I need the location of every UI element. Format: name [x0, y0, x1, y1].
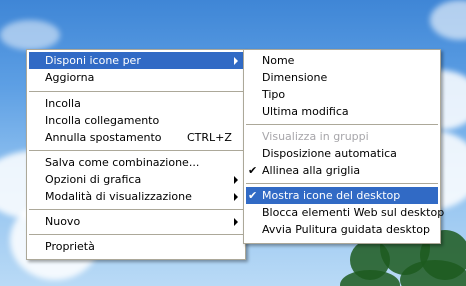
menu-item-label: Nuovo	[45, 215, 81, 228]
menu-item-incolla-collegamento[interactable]: Incolla collegamento	[29, 112, 243, 129]
checkmark-icon: ✔	[248, 164, 258, 177]
menu-item-shortcut: CTRL+Z	[187, 131, 232, 144]
menu-item-disponi-icone-per[interactable]: Disponi icone per	[29, 52, 243, 69]
menu-separator	[29, 150, 243, 151]
submenu-item-avvia-pulitura-guidata[interactable]: Avvia Pulitura guidata desktop	[246, 221, 438, 238]
submenu-arrow-icon	[234, 57, 238, 65]
menu-item-label: Disposizione automatica	[262, 147, 397, 160]
menu-item-modalita-di-visualizzazione[interactable]: Modalità di visualizzazione	[29, 188, 243, 205]
menu-item-aggiorna[interactable]: Aggiorna	[29, 69, 243, 86]
menu-separator	[246, 124, 438, 125]
menu-item-label: Incolla collegamento	[45, 114, 160, 127]
arrange-icons-submenu: Nome Dimensione Tipo Ultima modifica Vis…	[243, 49, 444, 244]
menu-item-incolla[interactable]: Incolla	[29, 95, 243, 112]
menu-item-opzioni-di-grafica[interactable]: Opzioni di grafica	[29, 171, 243, 188]
submenu-item-allinea-alla-griglia[interactable]: ✔ Allinea alla griglia	[246, 162, 438, 179]
menu-item-label: Avvia Pulitura guidata desktop	[262, 223, 430, 236]
submenu-item-dimensione[interactable]: Dimensione	[246, 69, 438, 86]
cloud	[430, 0, 466, 40]
submenu-item-disposizione-automatica[interactable]: Disposizione automatica	[246, 145, 438, 162]
menu-item-label: Visualizza in gruppi	[262, 130, 369, 143]
menu-item-label: Dimensione	[262, 71, 328, 84]
menu-separator	[246, 183, 438, 184]
submenu-item-visualizza-in-gruppi: Visualizza in gruppi	[246, 128, 438, 145]
menu-item-label: Proprietà	[45, 240, 95, 253]
submenu-arrow-icon	[234, 218, 238, 226]
menu-item-label: Incolla	[45, 97, 81, 110]
cloud	[0, 20, 60, 50]
submenu-arrow-icon	[234, 176, 238, 184]
submenu-item-ultima-modifica[interactable]: Ultima modifica	[246, 103, 438, 120]
submenu-item-blocca-elementi-web[interactable]: Blocca elementi Web sul desktop	[246, 204, 444, 221]
submenu-item-nome[interactable]: Nome	[246, 52, 438, 69]
menu-item-label: Disponi icone per	[45, 54, 141, 67]
menu-item-annulla-spostamento[interactable]: Annulla spostamento CTRL+Z	[29, 129, 243, 146]
menu-item-salva-come-combinazione[interactable]: Salva come combinazione...	[29, 154, 243, 171]
desktop-context-menu: Disponi icone per Aggiorna Incolla Incol…	[26, 49, 246, 260]
submenu-item-mostra-icone-del-desktop[interactable]: ✔ Mostra icone del desktop	[246, 187, 438, 204]
checkmark-icon: ✔	[248, 189, 258, 202]
menu-item-label: Mostra icone del desktop	[262, 189, 401, 202]
menu-item-label: Opzioni di grafica	[45, 173, 142, 186]
menu-item-label: Aggiorna	[45, 71, 95, 84]
menu-item-nuovo[interactable]: Nuovo	[29, 213, 243, 230]
menu-item-label: Salva come combinazione...	[45, 156, 200, 169]
menu-item-label: Ultima modifica	[262, 105, 349, 118]
menu-separator	[29, 234, 243, 235]
menu-separator	[29, 91, 243, 92]
submenu-arrow-icon	[234, 193, 238, 201]
menu-item-label: Blocca elementi Web sul desktop	[262, 206, 445, 219]
menu-item-label: Nome	[262, 54, 295, 67]
menu-item-label: Modalità di visualizzazione	[45, 190, 192, 203]
menu-separator	[29, 209, 243, 210]
menu-item-label: Allinea alla griglia	[262, 164, 361, 177]
menu-item-label: Tipo	[262, 88, 286, 101]
menu-item-proprieta[interactable]: Proprietà	[29, 238, 243, 255]
menu-item-label: Annulla spostamento	[45, 131, 162, 144]
submenu-item-tipo[interactable]: Tipo	[246, 86, 438, 103]
